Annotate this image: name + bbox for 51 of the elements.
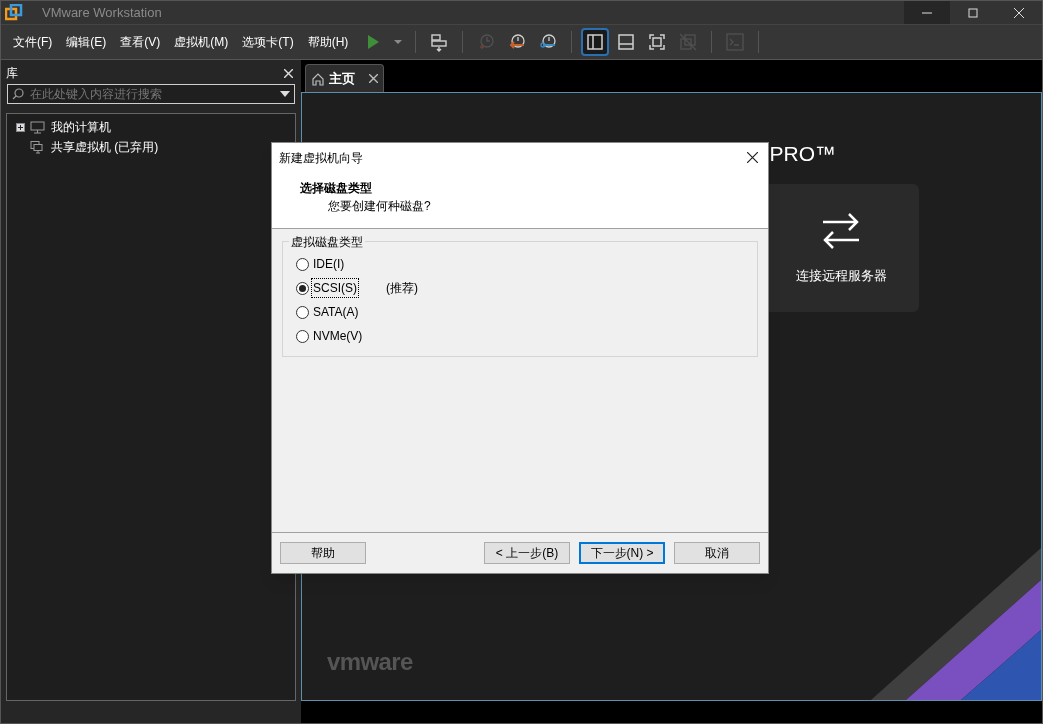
menu-item[interactable]: 虚拟机(M)	[167, 33, 236, 51]
radio-label[interactable]: SATA(A)	[312, 303, 360, 321]
menu-item[interactable]: 编辑(E)	[59, 33, 114, 51]
radio-button[interactable]	[296, 281, 309, 295]
overlapping-windows-icon	[678, 32, 699, 52]
tree-item[interactable]: 我的计算机	[51, 118, 111, 136]
menu-item[interactable]: 查看(V)	[113, 33, 168, 51]
home-tab[interactable]: 主页	[305, 64, 384, 92]
close-icon	[1014, 7, 1024, 18]
product-brand: PRO™	[769, 143, 836, 164]
maximize-icon	[968, 7, 978, 18]
recommended-note: (推荐)	[386, 280, 418, 297]
radio-label[interactable]: SCSI(S)	[312, 279, 358, 297]
radio-button[interactable]	[296, 329, 309, 343]
menu-item[interactable]: 选项卡(T)	[235, 33, 301, 51]
search-icon	[12, 88, 24, 100]
radio-label[interactable]: IDE(I)	[312, 255, 346, 273]
search-input[interactable]: 在此处键入内容进行搜索	[30, 85, 280, 103]
step-heading: 选择磁盘类型	[300, 180, 373, 197]
help-button[interactable]: 帮助	[280, 542, 366, 564]
home-icon	[311, 71, 325, 86]
close-icon[interactable]	[747, 152, 758, 163]
fullscreen-icon	[647, 32, 668, 52]
group-title: 虚拟磁盘类型	[289, 233, 365, 251]
stacked-monitors-icon	[30, 140, 45, 154]
menu-item[interactable]: 帮助(H)	[300, 33, 356, 51]
next-button[interactable]: 下一步(N) >	[579, 542, 665, 564]
expand-icon[interactable]	[16, 122, 25, 132]
back-button[interactable]: < 上一步(B)	[484, 542, 570, 564]
monitor-icon	[30, 120, 45, 134]
swap-arrows-icon	[821, 210, 861, 251]
sidebar-layout-icon	[585, 32, 606, 52]
bottom-panel-icon	[616, 32, 637, 52]
radio-button[interactable]	[296, 257, 309, 271]
close-icon[interactable]	[369, 74, 378, 83]
window-title: VMware Workstation	[42, 3, 162, 22]
step-description: 您要创建何种磁盘?	[328, 198, 432, 215]
caret-icon	[280, 91, 290, 97]
library-title: 库	[6, 65, 18, 82]
radio-label[interactable]: NVMe(V)	[312, 327, 364, 345]
search-field[interactable]: 在此处键入内容进行搜索	[7, 84, 295, 104]
stacked-boxes-icon	[429, 32, 450, 52]
terminal-icon	[725, 32, 746, 52]
tree-item[interactable]: 共享虚拟机 (已弃用)	[51, 138, 159, 156]
menu-item[interactable]: 文件(F)	[6, 33, 60, 51]
app-logo-icon	[5, 3, 23, 22]
radio-button[interactable]	[296, 305, 309, 319]
dialog-title: 新建虚拟机向导	[279, 149, 363, 167]
sidebar-layout-button[interactable]	[581, 28, 610, 56]
caret-icon	[394, 40, 403, 44]
cancel-button[interactable]: 取消	[674, 542, 760, 564]
